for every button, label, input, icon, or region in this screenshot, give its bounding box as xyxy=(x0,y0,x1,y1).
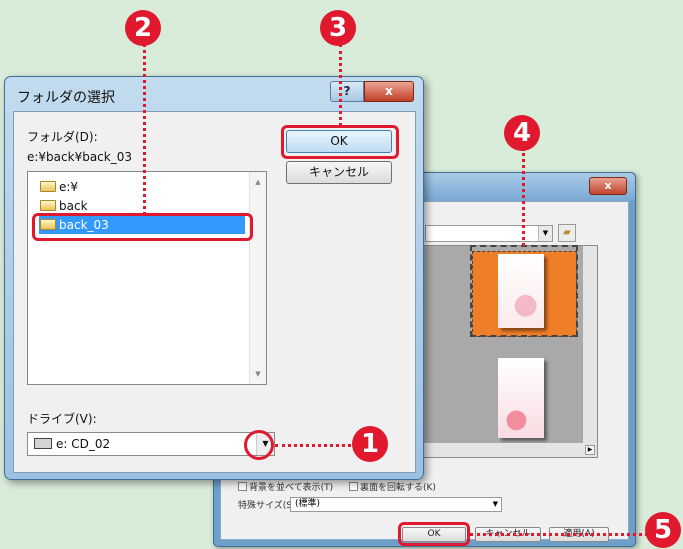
drive-select[interactable]: e: CD_02 ▼ xyxy=(27,432,275,456)
folder-icon: ▰ xyxy=(563,227,571,238)
scroll-right-icon[interactable]: ▶ xyxy=(585,445,595,455)
rotate-option[interactable]: 裏面を回転する(K) xyxy=(349,480,436,493)
highlight-background-ok xyxy=(398,522,470,546)
callout-badge-2: 2 xyxy=(125,10,161,46)
callout-badge-3: 3 xyxy=(320,10,356,46)
callout-badge-5: 5 xyxy=(645,512,681,548)
checkbox-icon[interactable] xyxy=(349,482,358,491)
scroll-up-icon[interactable]: ▲ xyxy=(250,174,266,190)
close-button[interactable]: x xyxy=(364,81,414,102)
highlight-ok-button xyxy=(281,125,399,159)
rotate-option-label: 裏面を回転する(K) xyxy=(360,483,436,493)
highlight-selected-background xyxy=(470,245,578,337)
leader-line-4 xyxy=(522,148,525,246)
callout-badge-4: 4 xyxy=(504,115,540,151)
folder-open-icon xyxy=(40,181,56,192)
tile-option[interactable]: 背景を並べて表示(T) xyxy=(238,480,333,493)
cancel-button[interactable]: キャンセル xyxy=(286,161,392,184)
current-path: e:¥back¥back_03 xyxy=(27,150,132,164)
gallery-vertical-scrollbar[interactable] xyxy=(583,246,597,443)
help-button[interactable]: ? xyxy=(330,81,364,102)
background-category-combo[interactable]: ▼ xyxy=(425,225,553,242)
chevron-down-icon: ▼ xyxy=(538,226,552,241)
highlight-drive-arrow xyxy=(244,430,274,460)
drive-value: e: CD_02 xyxy=(56,437,111,451)
scroll-down-icon[interactable]: ▼ xyxy=(250,366,266,382)
tree-item-label: e:¥ xyxy=(59,180,79,194)
folder-open-icon xyxy=(40,200,56,211)
special-size-combo[interactable]: (標準) ▼ xyxy=(290,497,502,512)
dialog-title: フォルダの選択 xyxy=(17,90,115,106)
leader-line-2 xyxy=(143,44,146,215)
checkbox-icon[interactable] xyxy=(238,482,247,491)
leader-line-1 xyxy=(275,444,351,447)
special-size-label: 特殊サイズ(S) xyxy=(238,501,296,511)
chevron-down-icon: ▼ xyxy=(492,500,498,508)
tree-item-root[interactable]: e:¥ xyxy=(40,178,78,196)
tree-item-label: back xyxy=(59,199,88,213)
leader-line-3 xyxy=(339,44,342,126)
folder-label: フォルダ(D): xyxy=(27,130,98,144)
background-close-button[interactable]: x xyxy=(589,177,627,195)
drive-icon xyxy=(34,438,52,449)
special-size-value: (標準) xyxy=(295,499,321,509)
background-thumbnail[interactable] xyxy=(498,358,544,438)
folder-tree-scrollbar[interactable]: ▲ ▼ xyxy=(249,172,266,384)
callout-badge-1: 1 xyxy=(352,426,388,462)
tile-option-label: 背景を並べて表示(T) xyxy=(249,483,334,493)
folder-tree[interactable]: e:¥ back back_03 ▲ ▼ xyxy=(27,171,267,385)
leader-line-5 xyxy=(470,533,648,536)
highlight-selected-folder xyxy=(32,213,253,241)
drive-label: ドライブ(V): xyxy=(27,412,97,426)
browse-folder-button[interactable]: ▰ xyxy=(558,224,576,242)
